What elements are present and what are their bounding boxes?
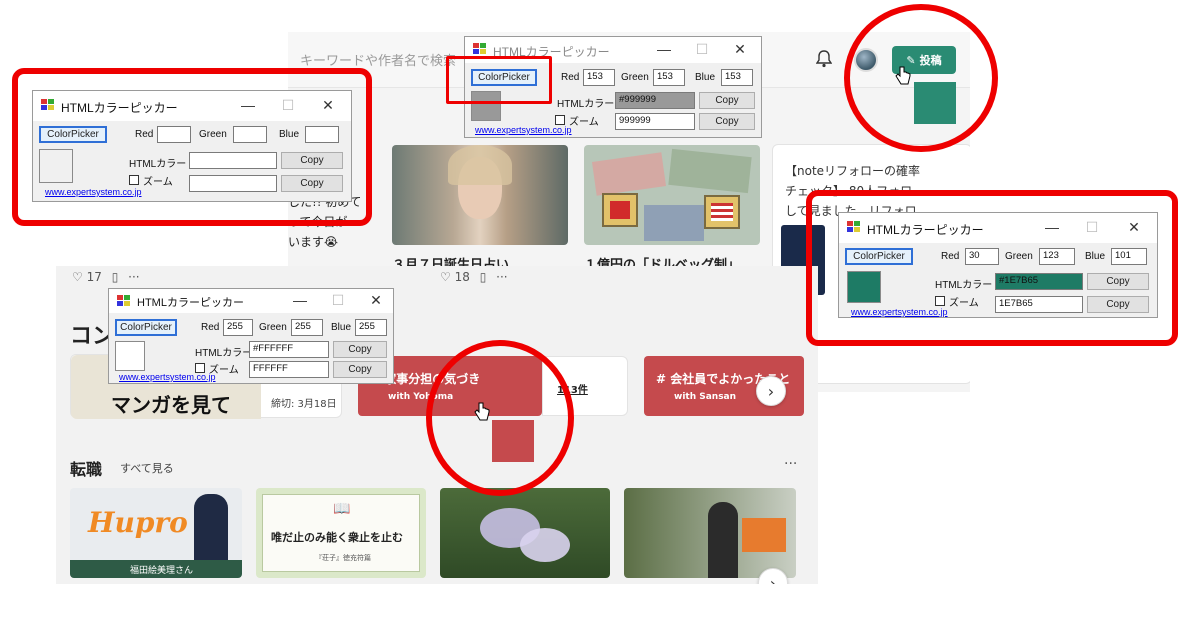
heart-icon[interactable]: ♡: [440, 270, 451, 284]
hand-cursor-icon: [474, 402, 490, 421]
highlight-box-green-window: [806, 190, 1178, 346]
snippet-line: 【noteリフォローの確率: [785, 164, 921, 178]
copy-button[interactable]: Copy: [333, 361, 387, 378]
close-icon[interactable]: ✕: [367, 292, 385, 309]
quote-panel: 📖 唯だ止のみ能く衆止を止む 『荘子』徳充符篇: [262, 494, 420, 572]
green-label: Green: [259, 322, 287, 333]
like-count: 18: [454, 270, 470, 284]
html-color-field[interactable]: #FFFFFF: [249, 341, 329, 358]
more-icon[interactable]: ···: [128, 270, 139, 284]
like-count: 17: [86, 270, 102, 284]
currency-photo[interactable]: [584, 145, 760, 245]
red-label: Red: [201, 322, 220, 333]
flag-usa: [704, 195, 740, 229]
hashtag-sub: with Sansan: [674, 392, 737, 402]
banknote: [668, 148, 752, 194]
minimize-icon[interactable]: —: [291, 292, 309, 308]
green-field[interactable]: 255: [291, 319, 323, 336]
reaction-bar-left: ♡ 17 ▯ ···: [72, 270, 140, 284]
blue-label: Blue: [695, 72, 716, 83]
hupro-logo: Hupro: [88, 506, 188, 539]
app-icon: [117, 295, 131, 307]
caption-text: 福田絵美理さん: [130, 566, 194, 576]
html-color-label: HTMLカラー: [195, 348, 253, 359]
more-icon[interactable]: ···: [784, 456, 797, 472]
green-field[interactable]: 153: [653, 69, 685, 86]
sign-board: [742, 518, 786, 552]
maximize-icon[interactable]: ☐: [693, 41, 711, 58]
banknote: [591, 152, 667, 196]
more-icon[interactable]: ···: [496, 270, 507, 284]
copy-button[interactable]: Copy: [699, 92, 755, 109]
maximize-icon[interactable]: ☐: [329, 292, 347, 309]
highlight-box-colorpicker-button: [446, 56, 552, 104]
search-input[interactable]: キーワードや作者名で検索: [300, 50, 456, 69]
red-label: Red: [561, 72, 580, 83]
app-icon: [473, 43, 487, 55]
heart-icon[interactable]: ♡: [72, 270, 83, 284]
book-icon: 📖: [333, 501, 351, 517]
banknote: [644, 205, 704, 241]
carousel-next-button[interactable]: ›: [756, 376, 786, 406]
caption-bar: 福田絵美理さん: [70, 560, 242, 578]
hex-field[interactable]: FFFFFF: [249, 361, 329, 378]
website-link[interactable]: www.expertsystem.co.jp: [475, 125, 572, 135]
minimize-icon[interactable]: —: [655, 41, 673, 57]
zoom-label: ズーム: [569, 117, 599, 128]
quote-source: 『荘子』徳充符篇: [315, 554, 371, 562]
title-bar: HTMLカラーピッカー — ☐ ✕: [109, 289, 393, 313]
reaction-bar-right: ♡ 18 ▯ ···: [440, 270, 508, 284]
color-preview: [115, 341, 145, 371]
window-title: HTMLカラーピッカー: [137, 297, 244, 309]
flag-china: [602, 193, 638, 227]
deadline-label: 締切: 3月18日: [271, 399, 337, 410]
magazine-icon[interactable]: ▯: [112, 270, 119, 284]
color-picker-window-white: HTMLカラーピッカー — ☐ ✕ ColorPicker Red 255 Gr…: [108, 288, 394, 384]
quote-text: 唯だ止のみ能く衆止を止む: [271, 531, 403, 544]
zoom-checkbox[interactable]: [555, 115, 565, 125]
hair-shape: [448, 145, 512, 185]
manga-caption: マンガを見て: [111, 393, 231, 417]
blue-field[interactable]: 153: [721, 69, 753, 86]
highlight-box-empty-window: [12, 68, 372, 226]
html-color-label: HTMLカラー: [557, 99, 615, 110]
close-icon[interactable]: ✕: [731, 41, 749, 58]
flower: [520, 528, 570, 562]
job-thumb-flowers[interactable]: [440, 488, 610, 578]
highlight-circle-post-button: [844, 4, 998, 152]
portrait-photo[interactable]: [392, 145, 568, 245]
html-color-field[interactable]: #999999: [615, 92, 695, 109]
hex-field[interactable]: 999999: [615, 113, 695, 130]
highlight-circle-tag-card: [426, 340, 574, 496]
website-link[interactable]: www.expertsystem.co.jp: [119, 372, 216, 382]
see-all-link[interactable]: すべて見る: [120, 460, 174, 476]
snippet-line: います😭: [288, 235, 339, 249]
blue-field[interactable]: 255: [355, 319, 387, 336]
red-field[interactable]: 255: [223, 319, 253, 336]
magazine-icon[interactable]: ▯: [480, 270, 487, 284]
job-thumb-quote[interactable]: 📖 唯だ止のみ能く衆止を止む 『荘子』徳充符篇: [256, 488, 426, 578]
bell-icon[interactable]: [816, 50, 832, 68]
red-field[interactable]: 153: [583, 69, 615, 86]
person-figure: [708, 502, 738, 578]
copy-button[interactable]: Copy: [333, 341, 387, 358]
job-thumb-person[interactable]: [624, 488, 796, 578]
job-thumb-hupro[interactable]: Hupro 福田絵美理さん: [70, 488, 242, 578]
jobs-title: 転職: [70, 460, 103, 479]
colorpicker-button[interactable]: ColorPicker: [115, 319, 177, 336]
copy-button[interactable]: Copy: [699, 113, 755, 130]
blue-label: Blue: [331, 322, 352, 333]
hand-cursor-icon: [895, 66, 911, 85]
green-label: Green: [621, 72, 649, 83]
